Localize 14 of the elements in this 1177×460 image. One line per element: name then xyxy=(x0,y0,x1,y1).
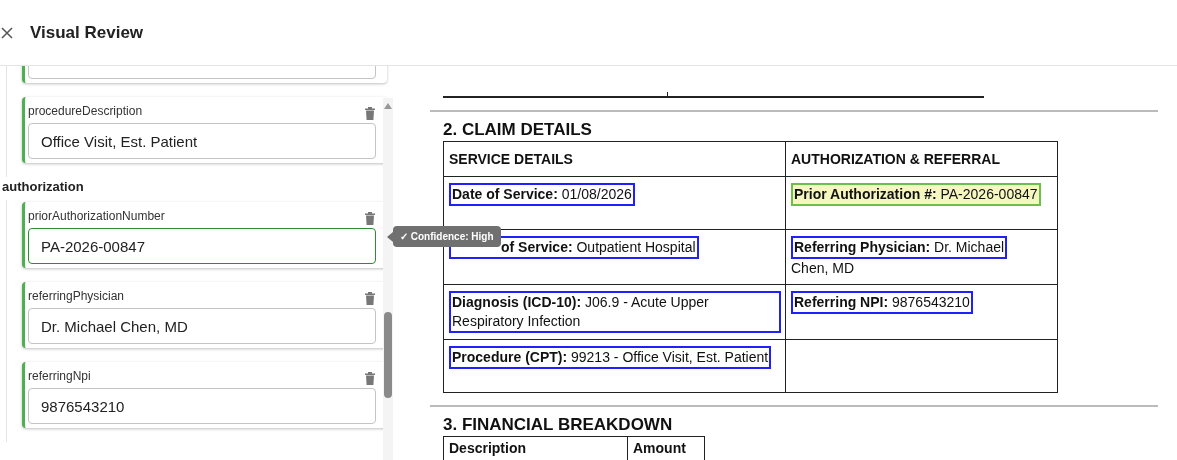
section-heading: 3. FINANCIAL BREAKDOWN xyxy=(443,415,674,436)
column-header: Amount xyxy=(633,440,686,456)
cell-text: Chen, MD xyxy=(791,260,855,276)
field-label: procedureDescription xyxy=(28,103,143,119)
window-title: Visual Review xyxy=(30,22,144,43)
field-label: referringNpi xyxy=(28,368,91,384)
column-header: Description xyxy=(449,440,526,456)
confidence-tooltip: ✓ Confidence: High xyxy=(387,226,501,247)
field-label: referringPhysician xyxy=(28,288,125,304)
group-title: authorization xyxy=(1,178,85,196)
column-header: SERVICE DETAILS xyxy=(449,151,573,167)
column-header: AUTHORIZATION & REFERRAL xyxy=(791,151,1000,167)
section-heading: 2. CLAIM DETAILS xyxy=(443,120,593,141)
field-label: priorAuthorizationNumber xyxy=(28,208,165,224)
